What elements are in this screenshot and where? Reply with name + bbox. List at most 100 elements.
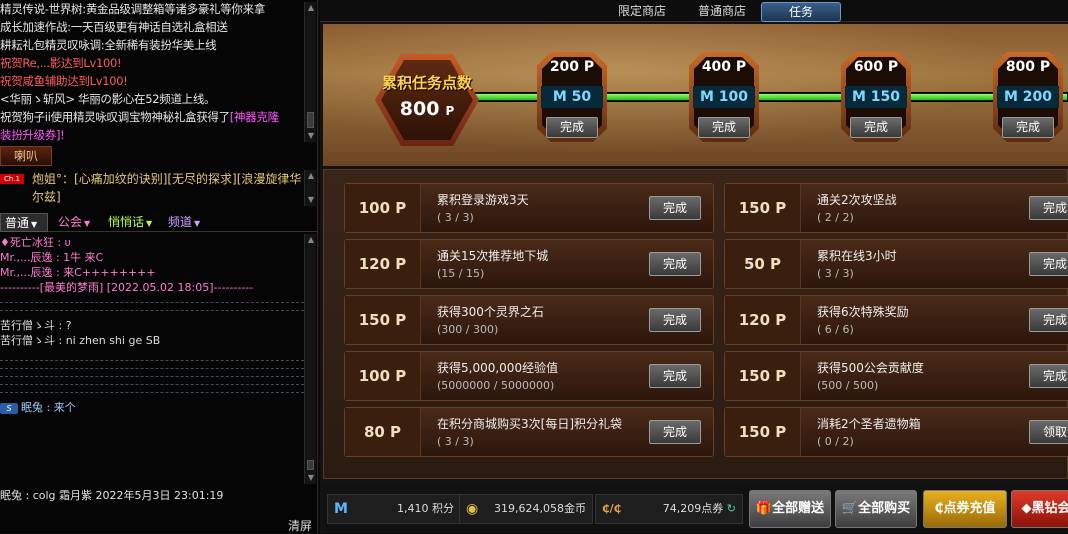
divider [0, 310, 304, 311]
tab-channel[interactable]: 频道 ▼ [164, 213, 210, 232]
last-message: 眠兔 : colg 霜月紫 2022年5月3日 23:01:19 [0, 489, 224, 502]
refresh-icon[interactable]: ↻ [723, 502, 736, 515]
task-progress: ( 0 / 2) [817, 435, 854, 448]
cera-value: 74,209点券 ↻ [663, 495, 736, 523]
task-complete-button[interactable]: 完成 [1029, 252, 1068, 276]
announcement-line: <华丽ゝ斩风> 华丽の影心在52频道上线。 [0, 90, 304, 108]
divider [0, 360, 304, 361]
scroll-up-icon[interactable]: ▲ [305, 2, 317, 14]
chat-text: : 来个 [43, 401, 76, 414]
chat-log: ♦死亡冰狂 : υ Mr.,...辰逸 : 1牛 来C Mr.,...辰逸 : … [0, 235, 304, 485]
speaker-scrollbar[interactable]: ▲ ▼ [304, 170, 316, 206]
black-diamond-button[interactable]: ◆黑钻会 [1011, 490, 1068, 528]
milestone: 400 P M 100 完成 [689, 52, 759, 142]
tab-normal-shop[interactable]: 普通商店 [690, 2, 754, 22]
speaker-tab[interactable]: 喇叭 [0, 146, 52, 166]
milestone-complete-button[interactable]: 完成 [698, 117, 750, 138]
diamond-icon: ◆ [1021, 501, 1032, 516]
task-complete-button[interactable]: 领取 [1029, 420, 1068, 444]
task-name: 获得5,000,000经验值 [437, 361, 559, 375]
mileage-value: 1,410 积分 [397, 502, 454, 515]
milestone-complete-button[interactable]: 完成 [1002, 117, 1054, 138]
announcement-text: <华丽ゝ斩风> 华丽の影心在52频道上线。 [0, 92, 216, 106]
caret-down-icon: ▼ [84, 219, 91, 228]
milestone-complete-button[interactable]: 完成 [850, 117, 902, 138]
tab-guild[interactable]: 公会 ▼ [54, 213, 100, 232]
task-complete-button[interactable]: 完成 [1029, 308, 1068, 332]
task-row: 150 P 通关2次攻坚战 ( 2 / 2) 完成 [724, 183, 1068, 233]
task-name: 获得500公会贡献度 [817, 361, 924, 375]
gift-all-button[interactable]: 🎁全部赠送 [749, 490, 831, 528]
button-label: 点券充值 [943, 501, 996, 516]
task-name: 通关15次推荐地下城 [437, 249, 549, 263]
task-list: 100 P 累积登录游戏3天 ( 3 / 3) 完成 150 P 通关2次攻坚战 ( 2 /… [323, 169, 1068, 479]
task-points: 150 P [725, 408, 801, 456]
task-row: 150 P 获得500公会贡献度 (500 / 500) 完成 [724, 351, 1068, 401]
chat-line: Mr.,...辰逸 : 来C++++++++ [0, 266, 156, 279]
speaker-content: ：[心痛加纹的诀别][无尽的探求][浪漫旋律华尔兹] [32, 172, 302, 204]
chat-panel: 精灵传说-世界树:黄金品级调整箱等诸多豪礼等你来拿 成长加速作战:一天百级更有神话… [0, 0, 318, 533]
milestone-points: 600 P [853, 59, 899, 75]
tab-missions[interactable]: 任务 [761, 2, 841, 22]
channel-badge: Ch.1 [0, 174, 24, 184]
chat-scrollbar[interactable]: ▲ ▼ [304, 234, 316, 484]
scroll-thumb[interactable] [307, 112, 314, 128]
button-label: 黑钻会 [1031, 501, 1068, 516]
currency-bar: M 1,410 积分 ◉ 319,624,058金币 ₵/₵ 74,209点券 ↻ 🎁… [323, 484, 1068, 533]
task-row: 80 P 在积分商城购买3次[每日]积分礼袋 ( 3 / 3) 完成 [344, 407, 714, 457]
task-complete-button[interactable]: 完成 [649, 196, 701, 220]
scroll-down-icon[interactable]: ▼ [305, 472, 317, 484]
mileage-display: M 1,410 积分 [327, 494, 461, 524]
cera-display: ₵/₵ 74,209点券 ↻ [595, 494, 743, 524]
scroll-thumb[interactable] [307, 460, 314, 470]
recharge-button[interactable]: ₵点券充值 [923, 490, 1007, 528]
tab-general[interactable]: 普通 ▼ [0, 213, 48, 232]
task-points: 120 P [725, 296, 801, 344]
task-points: 150 P [345, 296, 421, 344]
clear-button[interactable]: 清屏 [288, 517, 312, 534]
milestone-reward: M 150 [845, 86, 907, 108]
milestone-reward: M 50 [541, 86, 603, 108]
announcement-scrollbar[interactable]: ▲ ▼ [304, 2, 316, 142]
task-complete-button[interactable]: 完成 [1029, 196, 1068, 220]
tab-label: 公会 [58, 215, 83, 229]
announcement-text: 装扮升级券]! [0, 128, 65, 142]
announcement-text: 成长加速作战:一天百级更有神话自选礼盒相送 [0, 20, 228, 34]
chat-line: 苦行僧ゝ斗 : ? [0, 319, 72, 332]
tab-whisper[interactable]: 悄悄话 ▼ [104, 213, 160, 232]
task-complete-button[interactable]: 完成 [649, 420, 701, 444]
milestone: 800 P M 200 完成 [993, 52, 1063, 142]
task-row: 120 P 通关15次推荐地下城 (15 / 15) 完成 [344, 239, 714, 289]
divider [0, 376, 304, 377]
caret-down-icon: ▼ [31, 220, 38, 229]
total-value: 800 P [375, 98, 479, 120]
buy-all-button[interactable]: 🛒全部购买 [835, 490, 917, 528]
caret-down-icon: ▼ [194, 219, 201, 228]
milestone-complete-button[interactable]: 完成 [546, 117, 598, 138]
scroll-down-icon[interactable]: ▼ [305, 194, 317, 206]
milestone-points: 400 P [701, 59, 747, 75]
task-complete-button[interactable]: 完成 [649, 364, 701, 388]
tab-limited-shop[interactable]: 限定商店 [610, 2, 674, 22]
scroll-down-icon[interactable]: ▼ [305, 130, 317, 142]
milestone-reward: M 200 [997, 86, 1059, 108]
task-progress: (5000000 / 5000000) [437, 379, 555, 392]
announcement-text: 祝贺狗子ii使用精灵咏叹调宝物神秘礼盒获得了 [0, 110, 230, 124]
task-complete-button[interactable]: 完成 [649, 252, 701, 276]
task-complete-button[interactable]: 完成 [649, 308, 701, 332]
announcement-line: 祝贺狗子ii使用精灵咏叹调宝物神秘礼盒获得了[神器克隆 [0, 108, 304, 126]
announcement-text: 精灵传说-世界树:黄金品级调整箱等诸多豪礼等你来拿 [0, 2, 266, 16]
s-badge-icon: S [0, 403, 18, 414]
total-unit: P [445, 104, 455, 118]
task-name: 在积分商城购买3次[每日]积分礼袋 [437, 417, 622, 431]
task-complete-button[interactable]: 完成 [1029, 364, 1068, 388]
scroll-up-icon[interactable]: ▲ [305, 234, 317, 246]
announcement-line: 祝贺咸鱼辅助达到Lv100! [0, 72, 304, 90]
speaker-user: 炮姐° [32, 172, 63, 186]
announcement-line: 祝贺Re,...影达到Lv100! [0, 54, 304, 72]
task-name: 累积登录游戏3天 [437, 193, 529, 207]
task-points: 50 P [725, 240, 801, 288]
button-label: 全部购买 [858, 501, 911, 516]
scroll-up-icon[interactable]: ▲ [305, 170, 317, 182]
divider [0, 368, 304, 369]
